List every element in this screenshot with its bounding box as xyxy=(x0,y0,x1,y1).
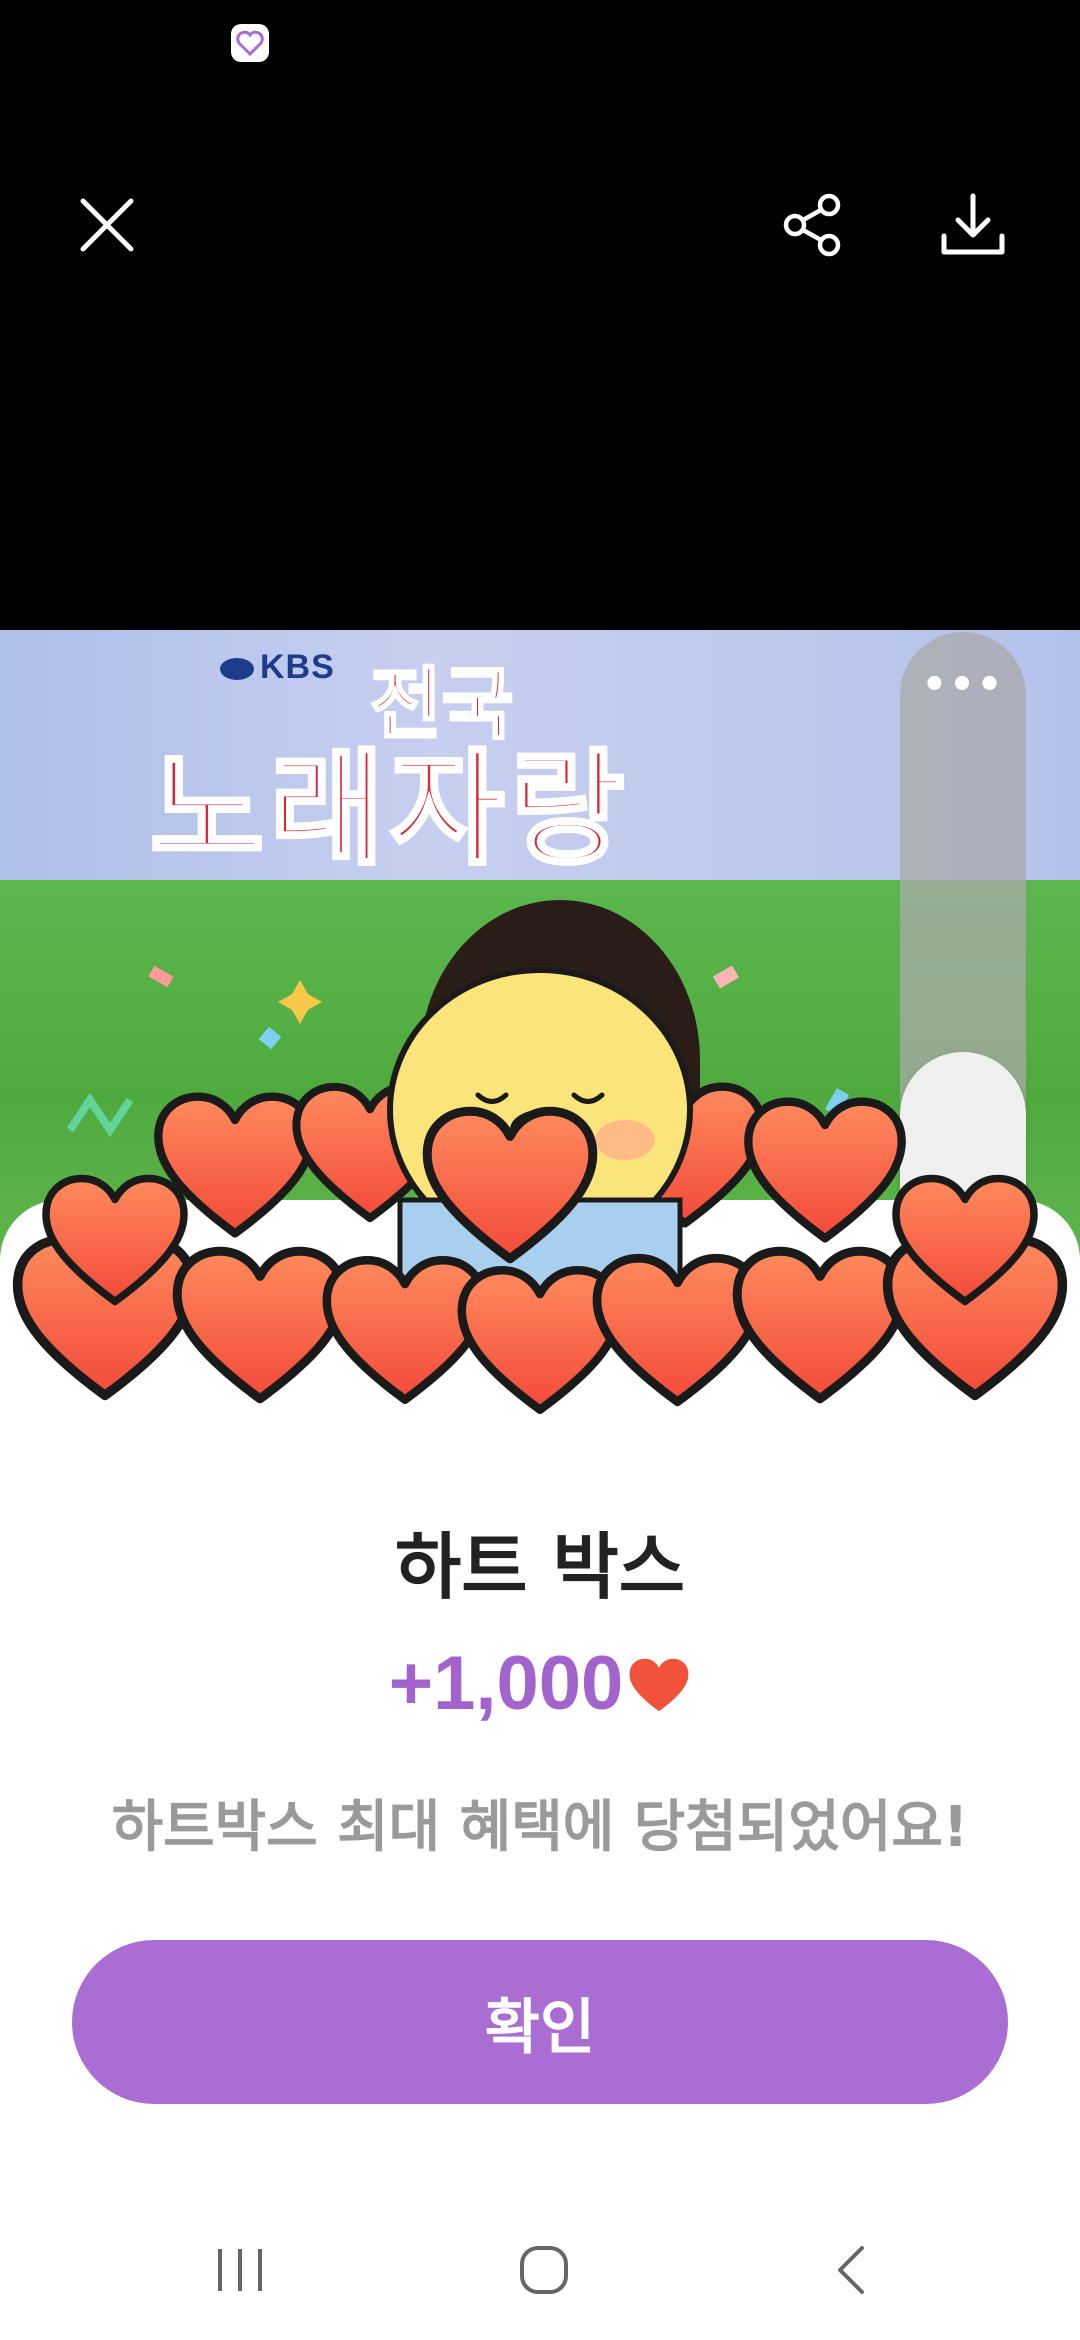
sheet-description: 하트박스 최대 혜택에 당첨되었어요! xyxy=(111,1795,969,1860)
share-icon xyxy=(783,193,841,257)
kbs-logo-icon xyxy=(220,658,254,681)
channel-logo: KBS xyxy=(220,648,335,687)
sheet-title: 하트 박스 xyxy=(394,1525,686,1609)
download-button[interactable] xyxy=(918,170,1028,280)
more-options-button[interactable]: ••• xyxy=(900,650,1026,720)
back-button[interactable] xyxy=(790,2230,910,2310)
program-title-line2: 노래자랑 xyxy=(148,736,631,884)
viewer-toolbar xyxy=(0,90,1080,630)
home-icon xyxy=(520,2246,568,2294)
close-button[interactable] xyxy=(52,170,162,280)
confirm-button[interactable]: 확인 xyxy=(72,1940,1008,2104)
back-icon xyxy=(838,2246,864,2294)
heart-icon xyxy=(627,1645,691,1732)
close-icon xyxy=(80,198,134,252)
status-bar xyxy=(0,0,1080,90)
share-button[interactable] xyxy=(758,170,868,280)
reward-amount: +1,000 xyxy=(388,1641,624,1726)
reward-amount-row: +1,000 xyxy=(0,1640,1080,1732)
recent-apps-icon xyxy=(218,2249,262,2291)
recent-apps-button[interactable] xyxy=(180,2230,300,2310)
heart-box-illustration xyxy=(0,965,1080,1450)
heart-app-icon xyxy=(231,24,269,62)
download-icon xyxy=(941,193,1005,255)
home-button[interactable] xyxy=(484,2230,604,2310)
